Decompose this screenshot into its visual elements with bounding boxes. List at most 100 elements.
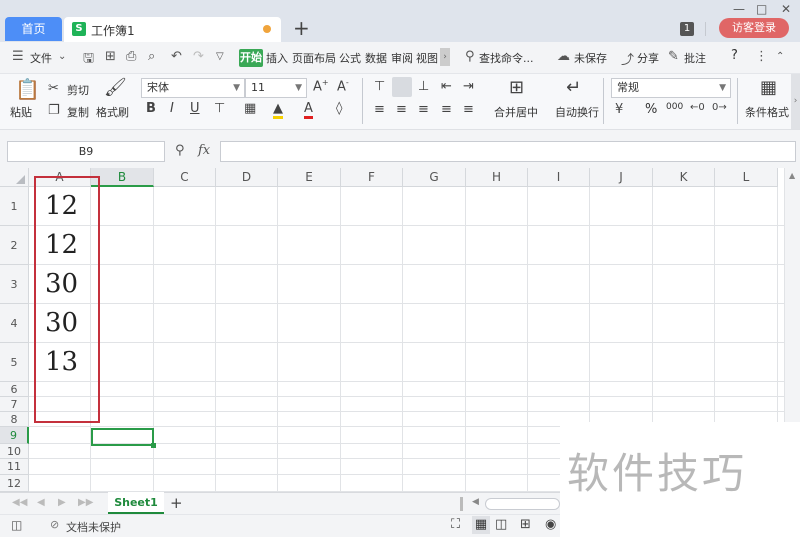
- paste-icon[interactable]: 📋: [15, 77, 40, 101]
- name-box[interactable]: B9: [7, 141, 165, 162]
- scissors-icon[interactable]: ✂: [48, 81, 59, 96]
- window-count-badge[interactable]: 1: [680, 22, 694, 36]
- decrease-decimal-icon[interactable]: 0→: [712, 102, 727, 113]
- row-header-11[interactable]: 11: [0, 459, 29, 475]
- zoom-search-icon[interactable]: ⚲: [175, 143, 185, 158]
- row-header-7[interactable]: 7: [0, 397, 29, 412]
- chevron-down-icon[interactable]: ⌄: [58, 51, 66, 62]
- undo-icon[interactable]: ↶: [171, 49, 182, 64]
- fill-color-icon[interactable]: ▲: [273, 101, 283, 119]
- column-header-j[interactable]: J: [590, 168, 653, 187]
- comment-button[interactable]: 批注: [684, 50, 706, 66]
- scroll-left-icon[interactable]: ◀: [472, 497, 479, 507]
- cell-mode-icon[interactable]: ◫: [11, 518, 22, 532]
- protection-status[interactable]: 文档未保护: [66, 519, 121, 535]
- wrap-text-button[interactable]: 自动换行: [555, 104, 599, 120]
- row-header-4[interactable]: 4: [0, 304, 29, 343]
- align-middle-icon[interactable]: [392, 77, 412, 97]
- bold-icon[interactable]: B: [146, 101, 156, 116]
- menu-formula[interactable]: 公式: [339, 50, 361, 66]
- font-family-select[interactable]: 宋体 ▼: [141, 78, 245, 98]
- column-header-g[interactable]: G: [403, 168, 466, 187]
- format-painter-icon[interactable]: 🖌: [104, 77, 127, 98]
- more-options-icon[interactable]: ⋮: [755, 49, 768, 64]
- column-header-c[interactable]: C: [154, 168, 216, 187]
- row-header-6[interactable]: 6: [0, 382, 29, 397]
- eye-protection-icon[interactable]: ◉: [545, 517, 556, 532]
- row-header-9[interactable]: 9: [0, 427, 29, 444]
- increase-decimal-icon[interactable]: ←0: [690, 102, 705, 113]
- cut-button[interactable]: 剪切: [67, 82, 89, 98]
- visitor-login-button[interactable]: 访客登录: [719, 18, 789, 38]
- merge-center-button[interactable]: 合并居中: [494, 104, 538, 120]
- currency-icon[interactable]: ¥: [615, 102, 623, 117]
- first-sheet-icon[interactable]: ◀◀: [12, 497, 27, 508]
- fullscreen-icon[interactable]: ⛶: [451, 517, 460, 532]
- normal-view-icon[interactable]: ▦: [472, 516, 490, 534]
- comment-icon[interactable]: ✎: [668, 49, 679, 64]
- hscroll-splitter[interactable]: [460, 497, 463, 511]
- fill-handle[interactable]: [151, 443, 156, 448]
- new-tab-button[interactable]: +: [293, 16, 310, 40]
- prev-sheet-icon[interactable]: ◀: [37, 497, 45, 508]
- row-header-5[interactable]: 5: [0, 343, 29, 382]
- underline-icon[interactable]: U: [190, 101, 200, 116]
- row-header-3[interactable]: 3: [0, 265, 29, 304]
- align-left-icon[interactable]: ≡: [374, 102, 385, 117]
- align-top-icon[interactable]: ⊤: [374, 79, 385, 94]
- add-sheet-button[interactable]: +: [170, 494, 183, 512]
- font-size-select[interactable]: 11 ▼: [245, 78, 307, 98]
- font-color-icon[interactable]: A: [304, 101, 313, 119]
- export-icon[interactable]: ⊞: [105, 49, 116, 64]
- paste-button[interactable]: 粘贴: [10, 104, 32, 120]
- sheet-tab-sheet1[interactable]: Sheet1: [108, 492, 164, 514]
- customize-icon[interactable]: ▽: [216, 51, 224, 62]
- next-sheet-icon[interactable]: ▶: [58, 497, 66, 508]
- search-commands[interactable]: 查找命令...: [479, 50, 534, 66]
- percent-button[interactable]: %: [645, 102, 657, 117]
- horizontal-scrollbar[interactable]: [485, 498, 560, 510]
- merge-icon[interactable]: ⊞: [509, 77, 524, 98]
- column-header-k[interactable]: K: [653, 168, 715, 187]
- border-icon[interactable]: ▦: [244, 101, 256, 116]
- menu-start[interactable]: 开始: [239, 49, 263, 67]
- fx-button[interactable]: fx: [198, 143, 210, 158]
- save-icon[interactable]: 🖫: [83, 49, 94, 71]
- help-button[interactable]: ?: [731, 48, 738, 63]
- distribute-icon[interactable]: ≡: [463, 102, 474, 117]
- conditional-format-icon[interactable]: ▦: [760, 77, 777, 98]
- close-icon[interactable]: ✕: [781, 2, 791, 16]
- column-header-b[interactable]: B: [91, 168, 154, 187]
- menu-more-button[interactable]: ›: [440, 48, 450, 66]
- align-bottom-icon[interactable]: ⊥: [418, 79, 429, 94]
- eraser-icon[interactable]: ◊: [336, 101, 342, 116]
- collapse-ribbon-icon[interactable]: ⌃: [776, 51, 784, 62]
- tab-home[interactable]: 首页: [5, 17, 62, 41]
- formula-input[interactable]: [220, 141, 796, 162]
- menu-page-layout[interactable]: 页面布局: [292, 50, 336, 66]
- thousands-button[interactable]: 000: [666, 102, 683, 112]
- menu-view[interactable]: 视图: [416, 50, 438, 66]
- selected-cell-b9[interactable]: [91, 428, 156, 448]
- wrap-text-icon[interactable]: ↵: [566, 77, 581, 98]
- row-header-2[interactable]: 2: [0, 226, 29, 265]
- menu-data[interactable]: 数据: [365, 50, 387, 66]
- justify-icon[interactable]: ≡: [441, 102, 452, 117]
- row-header-8[interactable]: 8: [0, 412, 29, 427]
- align-right-icon[interactable]: ≡: [418, 102, 429, 117]
- minimize-icon[interactable]: —: [733, 2, 745, 16]
- column-header-l[interactable]: L: [715, 168, 778, 187]
- file-menu[interactable]: 文件: [30, 50, 52, 66]
- print-icon[interactable]: ⎙: [126, 49, 136, 64]
- preview-icon[interactable]: ⌕: [148, 49, 155, 64]
- align-center-icon[interactable]: ≡: [396, 102, 407, 117]
- indent-decrease-icon[interactable]: ⇤: [441, 79, 452, 94]
- cloud-icon[interactable]: ☁: [557, 49, 570, 64]
- search-icon[interactable]: ⚲: [465, 49, 475, 64]
- copy-button[interactable]: 复制: [67, 104, 89, 120]
- tab-workbook[interactable]: S 工作簿1: [64, 17, 281, 42]
- share-icon[interactable]: ⤴: [621, 49, 634, 68]
- italic-icon[interactable]: I: [170, 101, 174, 116]
- last-sheet-icon[interactable]: ▶▶: [78, 497, 93, 508]
- share-button[interactable]: 分享: [637, 50, 659, 66]
